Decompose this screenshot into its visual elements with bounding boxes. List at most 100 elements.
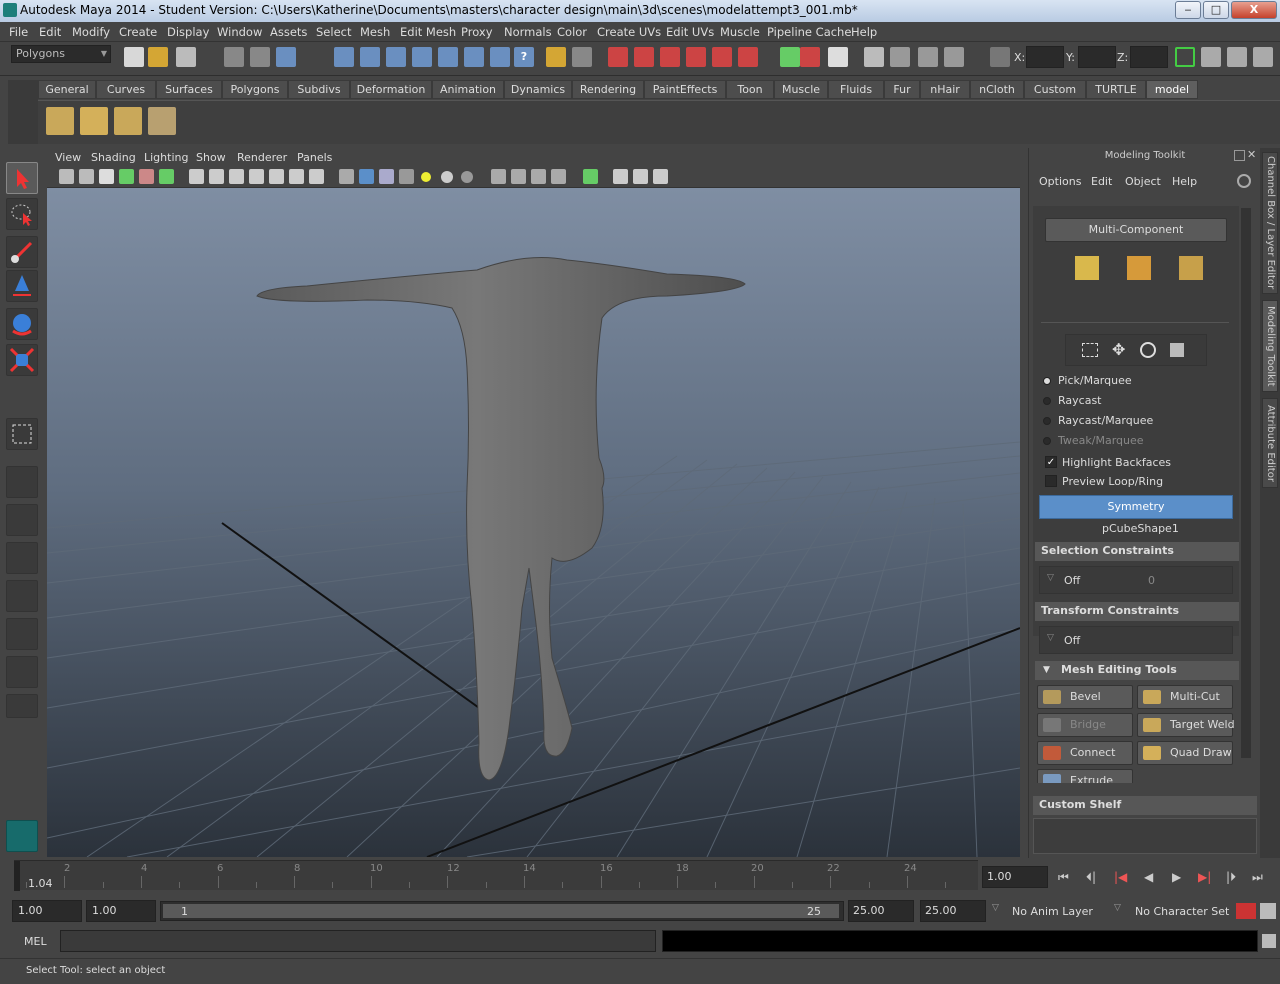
play-backwards-icon[interactable]: ◀ [1144,870,1153,884]
range-slider[interactable]: 1 25 [160,901,844,921]
shelf-tab-toon[interactable]: Toon [726,80,774,99]
2d-pan-zoom-icon[interactable] [139,169,154,184]
select-tool[interactable] [6,162,38,194]
playback-end-input[interactable]: 25.00 [848,900,914,922]
snap-faces-icon[interactable] [490,47,510,67]
symmetry-button[interactable]: Symmetry [1039,495,1233,519]
attribute-editor-icon[interactable] [1201,47,1221,67]
grid-icon[interactable] [189,169,204,184]
hud-icon[interactable] [613,169,628,184]
toolkit-menu-edit[interactable]: Edit [1091,175,1112,188]
bridge-button[interactable]: Bridge [1037,713,1133,737]
panel-menu-panels[interactable]: Panels [297,151,332,164]
shelf-tab-rendering[interactable]: Rendering [572,80,644,99]
radio-raycast[interactable] [1043,397,1051,405]
resolution-gate-icon[interactable] [229,169,244,184]
panel-menu-shading[interactable]: Shading [91,151,136,164]
manipulator-tool[interactable] [6,418,38,450]
safe-title-icon[interactable] [309,169,324,184]
maximize-button[interactable]: □ [1203,1,1229,19]
radio-pick-marquee[interactable] [1043,377,1051,385]
layout-single-icon[interactable] [6,466,38,498]
anim-end-input[interactable]: 25.00 [920,900,986,922]
menu-file[interactable]: File [9,25,28,39]
highlight-backfaces-checkbox[interactable]: ✓ [1045,456,1057,468]
menu-edit-mesh[interactable]: Edit Mesh [400,25,456,39]
render-view-icon[interactable] [634,47,654,67]
menu-modify[interactable]: Modify [72,25,110,39]
shelf-plane-icon[interactable] [80,107,108,135]
custom-shelf-header[interactable]: Custom Shelf [1033,796,1257,815]
anim-start-input[interactable]: 1.00 [12,900,82,922]
render-icon[interactable] [660,47,680,67]
shelf-options[interactable] [8,80,38,144]
rotate-component-icon[interactable] [1140,342,1156,358]
current-frame-input[interactable]: 1.00 [982,866,1048,888]
snap-view-icon[interactable] [464,47,484,67]
shelf-split-icon[interactable] [148,107,176,135]
cycle-view-icon[interactable] [653,169,668,184]
menu-display[interactable]: Display [167,25,209,39]
layout-outliner-icon[interactable] [6,542,38,574]
shelf-tab-fluids[interactable]: Fluids [828,80,884,99]
graph-editor-icon[interactable] [918,47,938,67]
anim-layer-dropdown[interactable]: ▽ No Anim Layer [990,901,1108,921]
shelf-tab-muscle[interactable]: Muscle [774,80,828,99]
transform-constraints-header[interactable]: Transform Constraints [1035,602,1239,621]
menu-create-uvs[interactable]: Create UVs [597,25,661,39]
face-mode-icon[interactable] [1127,256,1151,280]
panel-menu-lighting[interactable]: Lighting [144,151,188,164]
film-gate-icon[interactable] [209,169,224,184]
snap-live-icon[interactable] [438,47,458,67]
sel-constraint-dropdown[interactable]: ▽ Off [1042,570,1138,590]
shelf-tab-dynamics[interactable]: Dynamics [504,80,572,99]
go-to-start-icon[interactable]: ⏮ [1058,870,1069,885]
shelf-tab-subdivs[interactable]: Subdivs [288,80,350,99]
character-set-dropdown[interactable]: ▽ No Character Set [1112,901,1232,921]
shelf-tab-turtle[interactable]: TURTLE [1086,80,1146,99]
rotate-tool[interactable] [6,308,38,340]
multi-component-button[interactable]: Multi-Component [1045,218,1227,242]
use-all-lights-icon[interactable] [421,172,431,182]
marquee-select-icon[interactable] [1082,343,1098,357]
render-options-icon[interactable] [800,47,820,67]
menu-edit-uvs[interactable]: Edit UVs [666,25,714,39]
menu-proxy[interactable]: Proxy [461,25,493,39]
perspective-viewport[interactable] [47,188,1020,857]
menu-pipeline-cache[interactable]: Pipeline Cache [767,25,851,39]
close-button[interactable]: X [1231,1,1277,19]
menu-edit[interactable]: Edit [39,25,61,39]
layout-more-icon[interactable] [6,694,38,718]
camera-attributes-icon[interactable] [79,169,94,184]
isolate-select-icon[interactable] [491,169,506,184]
menu-muscle[interactable]: Muscle [720,25,760,39]
toggle-toolkit-icon[interactable] [1175,47,1195,67]
layout-curves-icon[interactable] [6,656,38,688]
quad-draw-button[interactable]: Quad Draw [1137,741,1233,765]
channel-box-icon[interactable] [1253,47,1273,67]
camera-icon[interactable] [864,47,884,67]
bevel-button[interactable]: Bevel [1037,685,1133,709]
auto-key-icon[interactable] [1236,903,1256,919]
panel-menu-renderer[interactable]: Renderer [237,151,287,164]
play-forwards-icon[interactable]: ▶ [1172,870,1181,884]
menu-set-dropdown[interactable]: Polygons ▼ [11,45,111,63]
select-camera-icon[interactable] [59,169,74,184]
shelf-tab-general[interactable]: General [38,80,96,99]
menu-mesh[interactable]: Mesh [360,25,390,39]
shelf-cube-icon[interactable] [46,107,74,135]
scale-tool[interactable] [6,344,38,376]
safe-action-icon[interactable] [289,169,304,184]
range-slider-handle[interactable] [163,904,839,918]
render-settings-icon[interactable] [712,47,732,67]
render-layer-icon[interactable] [780,47,800,67]
snap-grid-icon[interactable] [334,47,354,67]
step-forward-key-icon[interactable]: ▶| [1198,870,1211,884]
menu-select[interactable]: Select [316,25,351,39]
x-input[interactable] [1026,46,1064,68]
tab-modeling-toolkit[interactable]: Modeling Toolkit [1262,300,1278,392]
shelf-tab-polygons[interactable]: Polygons [222,80,288,99]
image-plane-icon[interactable] [119,169,134,184]
connect-button[interactable]: Connect [1037,741,1133,765]
minimize-button[interactable]: ‒ [1175,1,1201,19]
